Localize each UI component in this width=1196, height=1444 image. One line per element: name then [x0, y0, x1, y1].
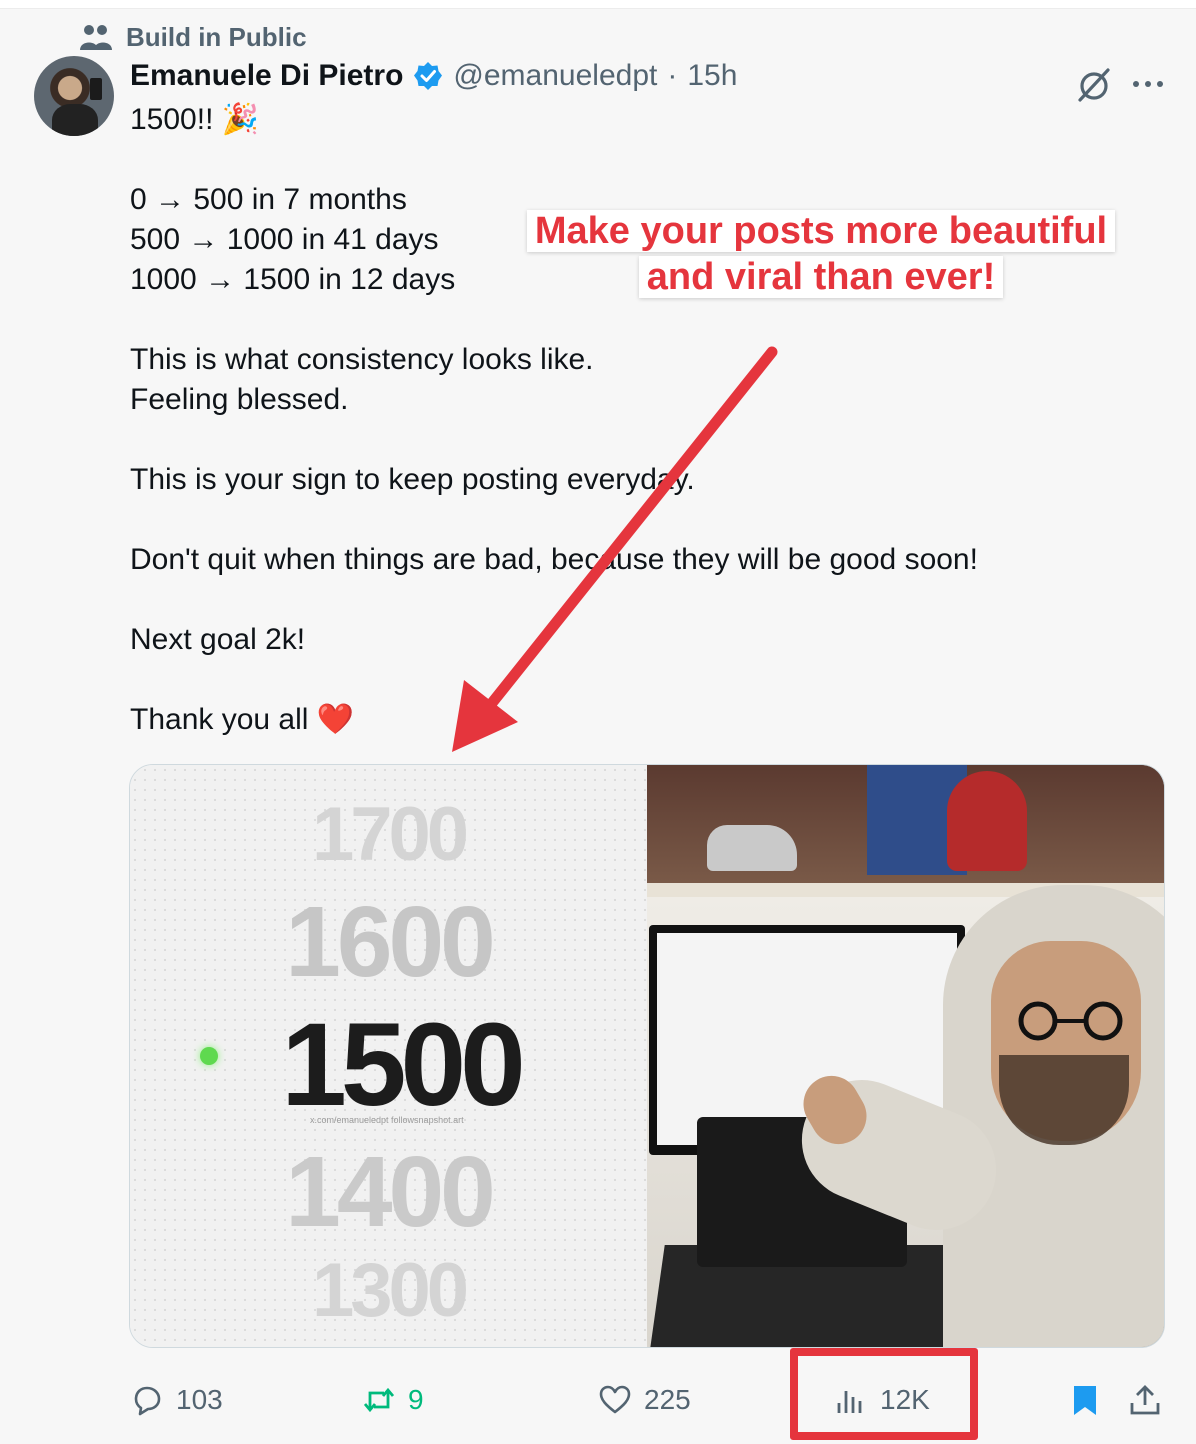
text-line: Don't quit when things are bad, because … [130, 543, 978, 576]
share-button[interactable] [1128, 1378, 1162, 1422]
text-line [130, 500, 1130, 540]
follower-counter-image[interactable]: 1700 1600 1500 x.com/emanueledpt follows… [130, 765, 647, 1347]
text-line [130, 140, 1130, 180]
counter-value-current: 1500 [281, 999, 526, 1131]
selfie-photo[interactable] [647, 765, 1164, 1347]
promo-annotation: Make your posts more beautiful and viral… [516, 208, 1126, 300]
avatar[interactable] [34, 56, 114, 136]
verified-badge-icon[interactable] [413, 61, 443, 91]
watermark-text: x.com/emanueledpt followsnapshot.art [310, 1115, 464, 1125]
like-button[interactable]: 225 [598, 1378, 691, 1422]
text-line [130, 580, 1130, 620]
reply-count: 103 [176, 1384, 223, 1415]
community-icon [80, 25, 112, 50]
annotation-line-2: and viral than ever! [638, 256, 1004, 298]
repost-button[interactable]: 9 [362, 1378, 424, 1422]
share-icon [1130, 1385, 1160, 1415]
tweet-header: Emanuele Di Pietro @emanueledpt · 15h [130, 56, 737, 96]
repost-count: 9 [408, 1384, 424, 1415]
display-name[interactable]: Emanuele Di Pietro [130, 59, 403, 93]
counter-value: 1300 [311, 1248, 469, 1333]
counter-value: 1700 [311, 792, 469, 877]
community-name: Build in Public [126, 21, 307, 52]
reply-button[interactable]: 103 [130, 1378, 223, 1422]
text-line: 1500!! 🎉 [130, 103, 260, 136]
action-bar: 103 9 225 12K [0, 1370, 1196, 1430]
views-highlight-box [790, 1348, 978, 1440]
text-line [130, 300, 1130, 340]
media-grid[interactable]: 1700 1600 1500 x.com/emanueledpt follows… [129, 764, 1165, 1348]
text-line: Feeling blessed. [130, 383, 349, 416]
bookmark-icon [1074, 1386, 1096, 1415]
community-label[interactable]: Build in Public [78, 22, 307, 52]
separator-dot: · [667, 59, 678, 92]
text-line: Thank you all ❤️ [130, 703, 355, 736]
text-line [130, 660, 1130, 700]
heart-icon [599, 1385, 631, 1414]
author-handle[interactable]: @emanueledpt [453, 59, 657, 93]
text-line: This is your sign to keep posting everyd… [130, 463, 695, 496]
annotation-line-1: Make your posts more beautiful [526, 210, 1116, 252]
text-line [130, 420, 1130, 460]
text-line: Next goal 2k! [130, 623, 306, 656]
tweet-text: 1500!! 🎉 0 → 500 in 7 months 500 → 1000 … [130, 100, 1130, 740]
more-options-icon[interactable] [1128, 74, 1168, 94]
counter-value: 1600 [285, 886, 495, 998]
post-time[interactable]: 15h [687, 59, 737, 93]
like-count: 225 [644, 1384, 691, 1415]
text-line: This is what consistency looks like. [130, 343, 594, 376]
reply-icon [134, 1386, 161, 1416]
counter-value: 1400 [285, 1136, 495, 1248]
repost-icon [363, 1387, 395, 1413]
bookmark-button[interactable] [1068, 1378, 1102, 1422]
